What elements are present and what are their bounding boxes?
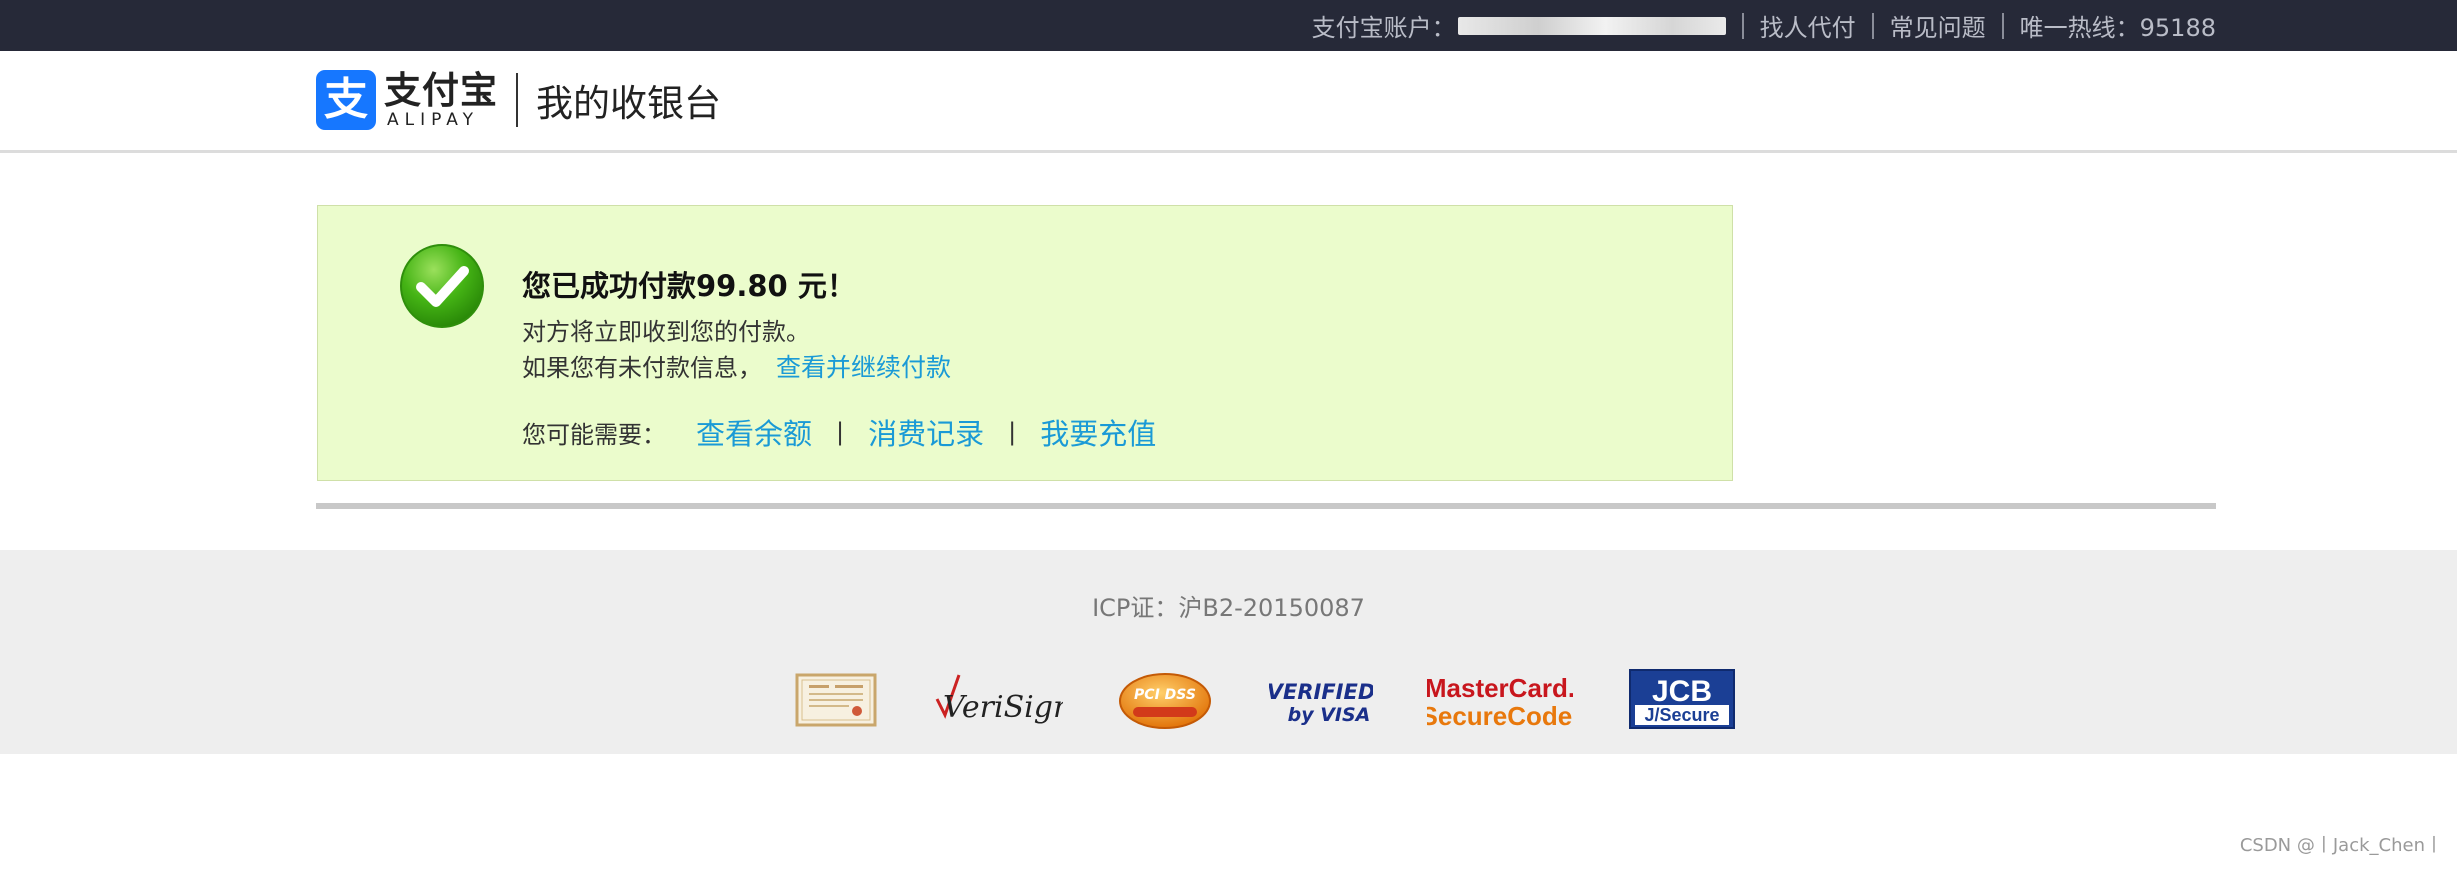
logo-text: 支付宝 ALIPAY	[384, 69, 498, 130]
footer: ICP证：沪B2-20150087 VeriSign PCI DSS VERIF…	[0, 550, 2457, 754]
verisign-text: VeriSign	[943, 690, 1063, 725]
separator: |	[836, 418, 845, 446]
success-check-icon	[400, 244, 484, 328]
account-label: 支付宝账户：	[1311, 14, 1456, 42]
security-badges: VeriSign PCI DSS VERIFIED by VISA Master…	[795, 669, 1735, 731]
unpaid-notice-text: 如果您有未付款信息，	[522, 354, 762, 382]
faq-link[interactable]: 常见问题	[1890, 8, 1986, 43]
success-title: 您已成功付款99.80 元！	[522, 269, 856, 303]
check-balance-link[interactable]: 查看余额	[696, 411, 812, 453]
separator	[1871, 12, 1874, 39]
payment-success-panel: 您已成功付款99.80 元！ 对方将立即收到您的付款。 如果您有未付款信息， 查看…	[317, 205, 1733, 481]
separator	[1741, 12, 1744, 39]
mc-bottom-text: SecureCode.	[1427, 701, 1573, 731]
verisign-badge-icon[interactable]: VeriSign	[933, 669, 1063, 731]
view-continue-payment-link[interactable]: 查看并继续付款	[776, 353, 951, 382]
page-title: 我的收银台	[536, 82, 721, 125]
jcb-top-text: JCB	[1652, 675, 1712, 708]
logo-en: ALIPAY	[387, 110, 479, 130]
separator: |	[1008, 418, 1017, 446]
pcidss-badge-icon[interactable]: PCI DSS	[1117, 669, 1213, 731]
visa-bottom-text: by VISA	[1288, 704, 1371, 726]
maybe-need-label: 您可能需要：	[522, 420, 666, 449]
unpaid-notice: 如果您有未付款信息， 查看并继续付款	[522, 348, 951, 384]
jcb-bottom-text: J/Secure	[1644, 705, 1719, 725]
account-value-redacted	[1457, 16, 1726, 35]
success-message: 对方将立即收到您的付款。	[522, 318, 810, 346]
alipay-logo-icon: 支	[316, 70, 376, 130]
spending-records-link[interactable]: 消费记录	[868, 411, 984, 453]
mastercard-securecode-badge-icon[interactable]: MasterCard. SecureCode.	[1427, 669, 1573, 731]
header: 支 支付宝 ALIPAY 我的收银台	[0, 51, 2457, 153]
verified-by-visa-badge-icon[interactable]: VERIFIED by VISA	[1269, 669, 1373, 731]
hotline: 唯一热线：95188	[2019, 14, 2216, 42]
logo-divider	[516, 73, 518, 127]
content-divider	[316, 503, 2216, 509]
separator	[2001, 12, 2004, 39]
certificate-badge-icon[interactable]	[795, 669, 877, 731]
alipay-logo-char: 支	[324, 74, 368, 125]
mc-top-text: MasterCard.	[1427, 673, 1573, 703]
find-payer-link[interactable]: 找人代付	[1760, 8, 1856, 43]
visa-top-text: VERIFIED	[1269, 680, 1373, 704]
alipay-logo[interactable]: 支 支付宝 ALIPAY 我的收银台	[316, 69, 721, 131]
suggested-actions: 您可能需要： 查看余额 | 消费记录 | 我要充值	[522, 411, 1156, 453]
jcb-jsecure-badge-icon[interactable]: JCB J/Secure	[1629, 669, 1735, 731]
logo-cn: 支付宝	[384, 69, 498, 112]
top-bar-links: 支付宝账户： 找人代付 常见问题 唯一热线：95188	[1312, 0, 2216, 51]
pcidss-text: PCI DSS	[1134, 687, 1196, 703]
recharge-link[interactable]: 我要充值	[1040, 411, 1156, 453]
top-bar: 支付宝账户： 找人代付 常见问题 唯一热线：95188	[0, 0, 2457, 51]
watermark: CSDN @丨Jack_Chen丨	[2239, 835, 2443, 856]
icp-license: ICP证：沪B2-20150087	[1092, 594, 1365, 622]
